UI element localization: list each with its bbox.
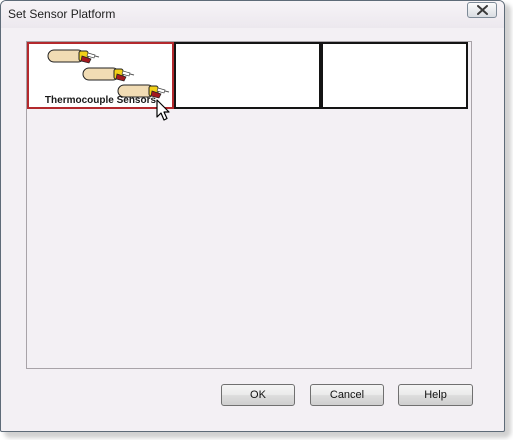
- platform-tile-thermocouple-sensors[interactable]: Thermocouple Sensors: [27, 42, 174, 109]
- cancel-button[interactable]: Cancel: [310, 384, 384, 406]
- platform-tile-empty[interactable]: [321, 42, 468, 109]
- platform-tile-label: Thermocouple Sensors: [44, 95, 157, 106]
- ok-button[interactable]: OK: [221, 384, 295, 406]
- platform-tile-empty[interactable]: [174, 42, 321, 109]
- help-button[interactable]: Help: [398, 384, 473, 406]
- dialog-title: Set Sensor Platform: [8, 7, 116, 21]
- mouse-pointer-icon: [156, 99, 170, 121]
- sensor-platform-panel: Thermocouple Sensors: [26, 41, 472, 369]
- set-sensor-platform-dialog: Set Sensor Platform Thermocouple Sensors…: [0, 0, 505, 432]
- thermocouple-sensors-icon: [47, 49, 100, 64]
- close-icon: [476, 5, 488, 15]
- close-button[interactable]: [467, 2, 497, 18]
- title-bar[interactable]: Set Sensor Platform: [1, 1, 504, 28]
